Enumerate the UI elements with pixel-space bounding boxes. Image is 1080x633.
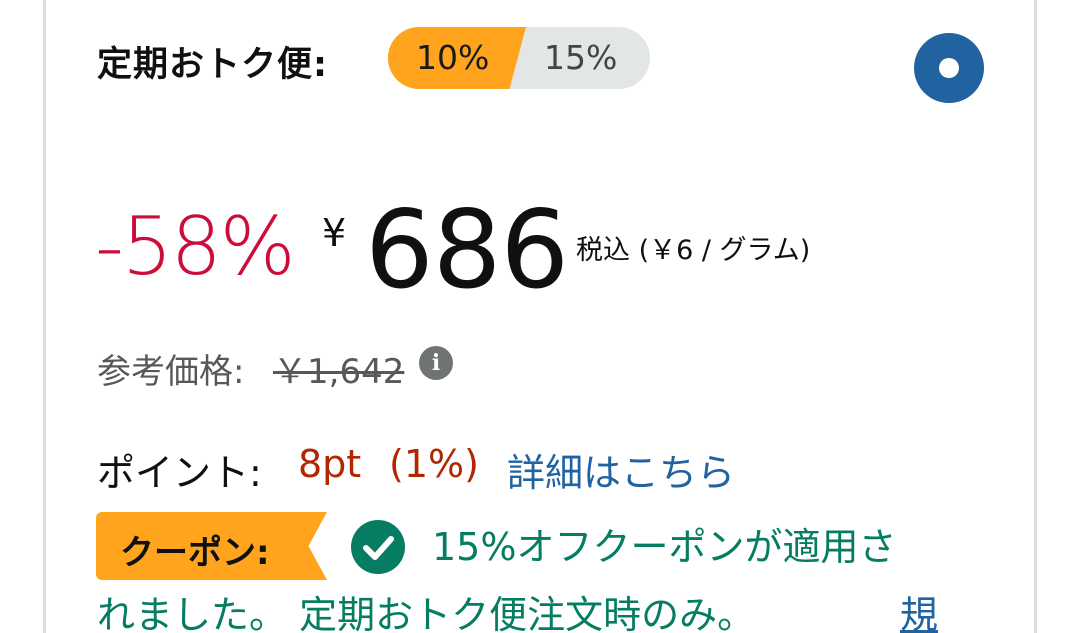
points-label: ポイント: xyxy=(97,451,262,495)
check-circle-icon xyxy=(351,520,405,574)
currency-symbol: ¥ xyxy=(322,211,347,255)
discount-tier-selector[interactable]: 10% 15% xyxy=(388,27,650,89)
coupon-terms-link[interactable]: 規 xyxy=(900,584,938,633)
points-details-link[interactable]: 詳細はこちら xyxy=(507,442,735,497)
coupon-applied-text-cont: れました。 定期おトク便注文時のみ。 xyxy=(97,593,756,633)
coupon-badge-label: クーポン: xyxy=(120,533,270,573)
points-value: 8pt xyxy=(298,442,362,486)
list-price-value: ￥1,642 xyxy=(273,352,405,392)
subscribe-save-label: 定期おトク便: xyxy=(97,45,328,85)
coupon-applied-text: 15%オフクーポンが適用さ xyxy=(432,525,897,569)
tax-unit-price-note: 税込 (￥6 / グラム) xyxy=(576,235,811,266)
discount-percentage: -58% xyxy=(95,200,296,293)
info-icon[interactable]: i xyxy=(419,346,453,380)
points-percent: (1%) xyxy=(389,442,479,486)
radio-dot xyxy=(939,58,959,78)
coupon-badge: クーポン: xyxy=(96,512,327,580)
subscribe-radio-icon[interactable] xyxy=(914,33,984,103)
list-price-label: 参考価格: xyxy=(97,352,245,392)
tier-10-label[interactable]: 10% xyxy=(416,38,489,77)
price-amount: 686 xyxy=(365,188,569,313)
tier-15-label[interactable]: 15% xyxy=(544,38,617,77)
